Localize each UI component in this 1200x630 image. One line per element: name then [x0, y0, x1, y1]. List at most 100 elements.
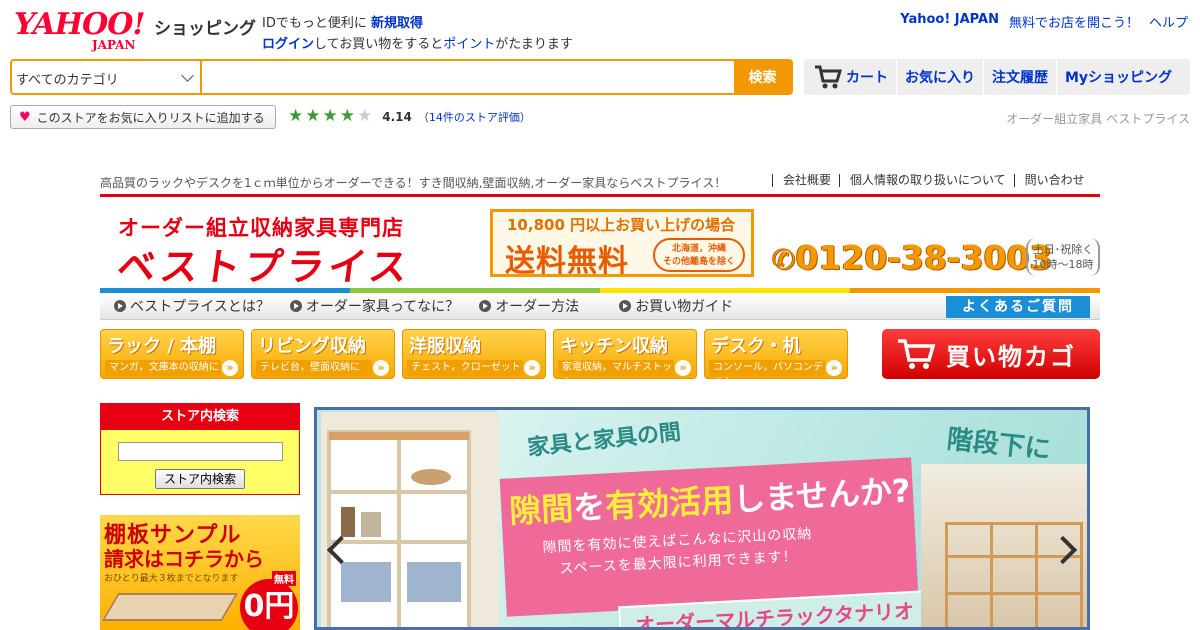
privacy-link[interactable]: 個人情報の取り扱いについて [839, 174, 1014, 187]
subnav-order-furniture-label: オーダー家具ってなに？ [305, 299, 460, 315]
login-link[interactable]: ログイン [262, 37, 314, 52]
search-button[interactable]: 検索 [734, 61, 791, 93]
category-sub: チェスト，クローゼット [407, 360, 523, 376]
store-search-button[interactable]: ストア内検索 [155, 469, 245, 489]
chevron-down-icon: » [222, 360, 238, 376]
id-promo-line2: ログインしてお買い物をするとポイントがたまります [262, 33, 573, 52]
category-label: デスク・机 [711, 336, 801, 357]
category-clothes-button[interactable]: 洋服収納 チェスト，クローゼット » [402, 329, 546, 379]
sample-free-badge: 無料 [272, 571, 296, 586]
cart-label: カート [846, 70, 888, 86]
review-paren-open: （ [417, 110, 429, 124]
favorites-link[interactable]: お気に入り [896, 59, 983, 95]
phone-number: ✆0120-38-3003 [772, 238, 1052, 277]
subnav-about[interactable]: ベストプライスとは？ [114, 296, 270, 316]
open-store-link[interactable]: 無料でお店を開こう！ [1009, 12, 1139, 31]
shelf-illustration [321, 412, 499, 627]
store-search-box: ストア内検索 ストア内検索 [100, 403, 300, 495]
shopping-cart-button[interactable]: 買い物カゴ [882, 329, 1100, 379]
logo-japan-text: JAPAN [92, 38, 136, 52]
hours-days: 土日･祝除く [1032, 243, 1094, 256]
chevron-down-icon: » [826, 360, 842, 376]
category-sub: コンソール，パソコンデスク [709, 360, 825, 389]
store-search-input[interactable] [118, 442, 283, 461]
category-sub: テレビ台，壁面収納に [256, 360, 372, 376]
subnav-guide[interactable]: お買い物ガイド [619, 296, 733, 316]
headline-text2: しませんか? [732, 471, 912, 519]
free-shipping-note1: 北海道，沖縄 [671, 244, 726, 254]
category-sub: 家電収納，マルチストッカー [558, 360, 674, 389]
category-label: キッチン収納 [560, 336, 668, 357]
star-icon: ★ [339, 106, 355, 126]
shelf-board-image [101, 593, 239, 621]
category-select[interactable]: すべてのカテゴリ [12, 61, 202, 93]
contact-link[interactable]: 問い合わせ [1013, 174, 1093, 187]
cart-icon [898, 339, 936, 369]
free-shipping-label: 送料無料 [505, 244, 629, 279]
store-name-breadcrumb[interactable]: オーダー組立家具 ベストプライス [1006, 110, 1190, 127]
subnav-order-method[interactable]: オーダー方法 [479, 296, 579, 316]
phone-icon: ✆ [772, 243, 796, 276]
headline-highlight2: 有効活用 [604, 480, 735, 526]
company-link[interactable]: 会社概要 [772, 174, 839, 187]
free-shipping-condition: 10,800 円以上お買い上げの場合 [507, 216, 736, 234]
service-name[interactable]: ショッピング [154, 14, 256, 39]
category-living-button[interactable]: リビング収納 テレビ台，壁面収納に » [251, 329, 395, 379]
chevron-down-icon [181, 69, 194, 82]
free-shipping-note2: その他離島を除く [662, 257, 735, 267]
review-count: （14件のストア評価） [418, 109, 531, 125]
search-input[interactable] [202, 61, 734, 93]
category-label: 洋服収納 [409, 336, 481, 357]
category-label: ラック / 本棚 [107, 336, 217, 357]
headline-highlight1: 隙間 [508, 489, 575, 531]
store-info-links: 会社概要 個人情報の取り扱いについて 問い合わせ [772, 174, 1093, 187]
play-circle-icon [289, 300, 302, 312]
category-rack-button[interactable]: ラック / 本棚 マンガ，文庫本の収納に » [100, 329, 244, 379]
cart-link[interactable]: カート [804, 59, 896, 95]
order-history-link[interactable]: 注文履歴 [983, 59, 1056, 95]
register-link[interactable]: 新規取得 [371, 16, 423, 31]
store-search-title: ストア内検索 [101, 404, 299, 430]
divider [100, 194, 1100, 197]
faq-button[interactable]: よくあるご質問 [946, 296, 1090, 318]
add-store-favorite-label: このストアをお気に入りリストに追加する [36, 110, 265, 125]
subnav-guide-label: お買い物ガイド [635, 299, 734, 315]
help-link[interactable]: ヘルプ [1149, 12, 1188, 31]
cart-icon [815, 65, 842, 89]
star-icon: ★ [288, 106, 304, 126]
free-shipping-banner: 10,800 円以上お買い上げの場合 送料無料 北海道，沖縄 その他離島を除く [490, 209, 754, 279]
hours-time: 10時～18時 [1032, 258, 1094, 271]
store-logo-name[interactable]: ベストプライス [114, 236, 415, 291]
store-subnav: ベストプライスとは？ オーダー家具ってなに？ オーダー方法 お買い物ガイド よく… [100, 293, 1100, 320]
hero-banner[interactable]: 家具と家具の間 階段下に 隙間を有効活用しませんか? 隙間を有効に使えばこんなに… [314, 407, 1090, 630]
category-kitchen-button[interactable]: キッチン収納 家電収納，マルチストッカー » [553, 329, 697, 389]
shelf-photo [321, 412, 499, 627]
id-promo-line1: IDでもっと便利に 新規取得 [262, 12, 423, 31]
chevron-down-icon: » [675, 360, 691, 376]
phone-number-text: 0120-38-3003 [795, 238, 1053, 277]
play-circle-icon [479, 300, 492, 312]
star-icon: ★ [322, 106, 338, 126]
subnav-order-furniture[interactable]: オーダー家具ってなに？ [289, 296, 460, 316]
add-store-favorite-button[interactable]: ♥ このストアをお気に入りリストに追加する [10, 105, 276, 129]
subnav-order-method-label: オーダー方法 [495, 299, 580, 315]
review-link[interactable]: 14件のストア評価 [429, 111, 520, 124]
id-promo-text2: してお買い物をすると [314, 37, 444, 52]
yahoo-japan-link[interactable]: Yahoo! JAPAN [900, 12, 999, 31]
points-link[interactable]: ポイント [443, 37, 495, 52]
star-empty-icon: ★ [357, 106, 373, 126]
logo-yahoo-text: YAHOO! [14, 7, 146, 42]
id-promo-text: IDでもっと便利に [262, 16, 367, 31]
user-nav: カート お気に入り 注文履歴 Myショッピング [804, 59, 1190, 95]
shelf-sample-banner[interactable]: 棚板サンプル 請求はコチラから おひとり最大３枚までとなります 0円 無料 [100, 515, 300, 630]
category-desk-button[interactable]: デスク・机 コンソール，パソコンデスク » [704, 329, 848, 389]
id-promo-text3: がたまります [495, 37, 573, 52]
subnav-about-label: ベストプライスとは？ [130, 299, 270, 315]
category-label: リビング収納 [258, 336, 366, 357]
review-paren-close: ） [519, 110, 531, 124]
sample-subtitle: 請求はコチラから [104, 547, 264, 571]
yahoo-japan-logo[interactable]: YAHOO! JAPAN [14, 7, 146, 53]
category-select-value: すべてのカテゴリ [16, 73, 119, 88]
my-shopping-link[interactable]: Myショッピング [1056, 59, 1180, 95]
store-rating: ★ ★ ★ ★ ★ 4.14 （14件のストア評価） [288, 108, 531, 125]
